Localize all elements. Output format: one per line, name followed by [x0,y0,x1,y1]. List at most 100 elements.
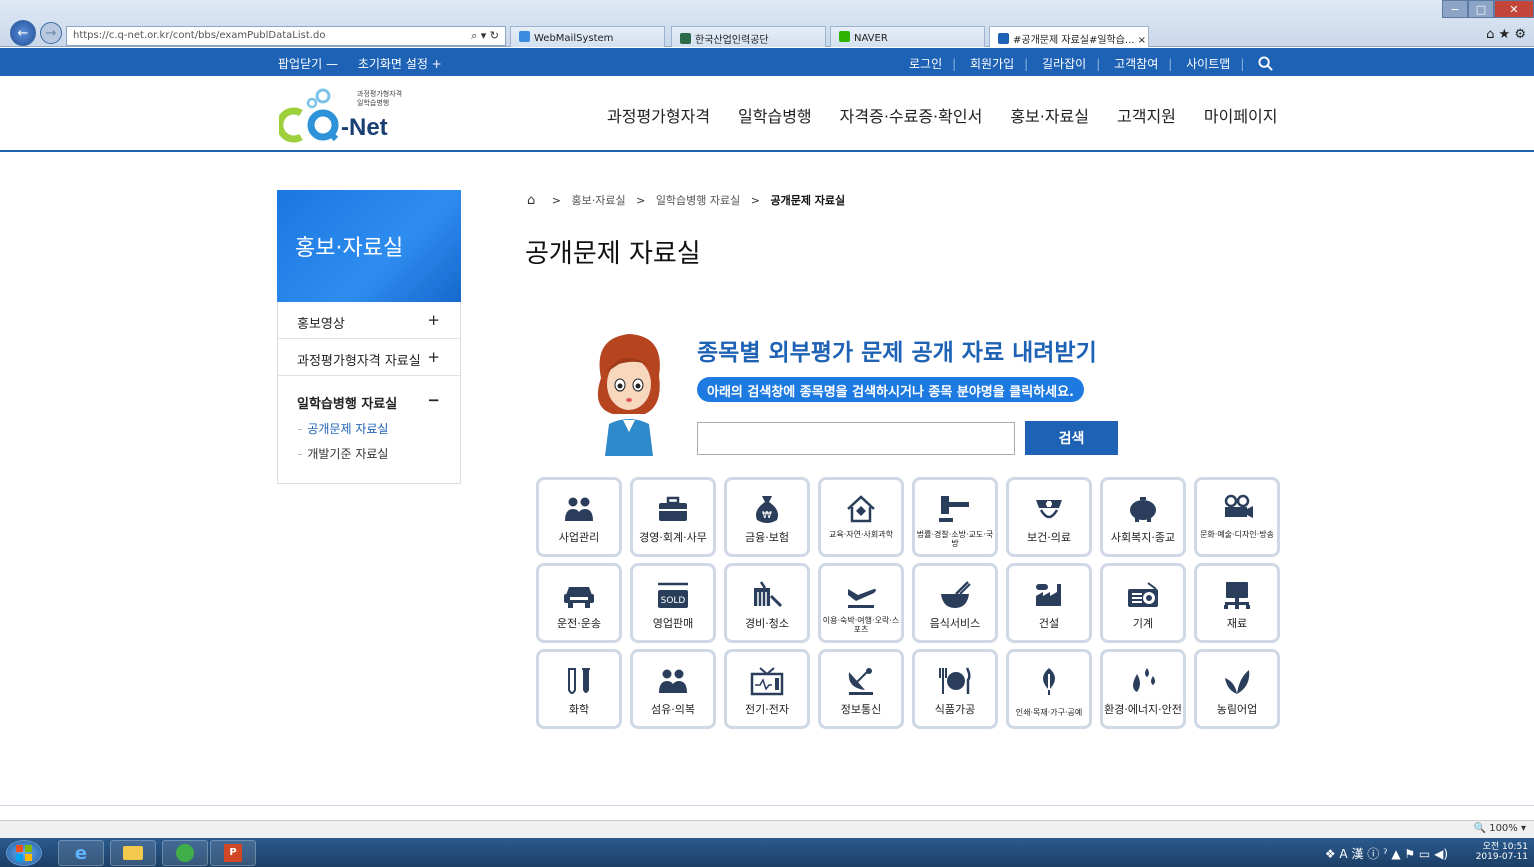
search-icon[interactable] [1258,56,1273,71]
search-instruction: 아래의 검색창에 종목명을 검색하시거나 종목 분야명을 클릭하세요. [697,377,1084,402]
minimize-button[interactable]: − [1442,0,1468,18]
category-tile[interactable]: 사업관리 [536,477,622,557]
airplane-icon [821,580,901,610]
ie-taskbar-icon[interactable]: e [58,840,104,866]
breadcrumb-item[interactable]: 홍보·자료실 [571,194,625,207]
gnb-course-qualification[interactable]: 과정평가형자격 [607,103,710,127]
tab-hrdkorea[interactable]: 한국산업인력공단 [671,26,826,47]
cq-net-logo[interactable]: 과정평가형자격 일학습병행 -Net [279,86,419,144]
piggy-bank-icon [1103,494,1183,524]
footer-banner-strip [0,805,1534,820]
category-tile[interactable]: ₩ 금융·보험 [724,477,810,557]
address-bar[interactable]: https://c.q-net.or.kr/cont/bbs/examPublD… [66,26,506,46]
sidebar-subitem-dev-standards[interactable]: - 개발기준 자료실 [278,441,460,466]
svg-text:₩: ₩ [762,510,772,521]
category-tile[interactable]: 식품가공 [912,649,998,729]
test-tubes-icon [539,666,619,696]
sitemap-link[interactable]: 사이트맵 [1186,57,1230,71]
utility-bar: 팝업닫기 — 초기화면 설정 + 로그인 | 회원가입 | 길라잡이 | 고객참여 | … [0,48,1534,76]
category-tile[interactable]: 경영·회계·사무 [630,477,716,557]
close-window-button[interactable]: ✕ [1494,0,1534,18]
category-label: 인쇄·목재·가구·공예 [1015,708,1083,717]
hrdkorea-icon [680,33,691,44]
sidebar-item-course-archive[interactable]: 과정평가형자격 자료실 + [278,339,460,376]
app-taskbar-icon[interactable] [162,840,208,866]
login-link[interactable]: 로그인 [909,57,942,71]
tab-naver[interactable]: NAVER [830,26,985,47]
category-tile[interactable]: 재료 [1194,563,1280,643]
gavel-icon [915,494,995,524]
house-icon [821,494,901,524]
browser-toolbar: − □ ✕ ← → https://c.q-net.or.kr/cont/bbs… [0,0,1534,47]
gnb-mypage[interactable]: 마이페이지 [1204,103,1278,127]
category-tile[interactable]: 환경·에너지·안전 [1100,649,1186,729]
clock[interactable]: 오전 10:51 2019-07-11 [1476,842,1528,862]
category-tile[interactable]: 정보통신 [818,649,904,729]
windows-taskbar: e P ❖ A 漢 ⓘ ˀ ▲ ⚑ ▭ ◀) 오전 10:51 2019-07-… [0,838,1534,867]
factory-icon [1009,580,1089,610]
tab-qnet-active[interactable]: #공개문제 자료실#일학습... × [989,26,1149,47]
maximize-button[interactable]: □ [1468,0,1494,18]
category-label: 재료 [1226,617,1248,630]
category-tile[interactable]: 법률·경찰·소방·교도·국방 [912,477,998,557]
gnb-certificates[interactable]: 자격증·수료증·확인서 [840,103,983,127]
category-tile[interactable]: 전기·전자 [724,649,810,729]
home-icon[interactable]: ⌂ [527,193,535,208]
home-favorites-settings-icons[interactable]: ⌂ ★ ⚙ [1486,27,1526,42]
sprout-icon [1197,666,1277,696]
tab-webmail[interactable]: WebMailSystem [510,26,665,47]
category-tile[interactable]: 경비·청소 [724,563,810,643]
sidebar-item-work-study-archive[interactable]: 일학습병행 자료실 − [278,376,460,416]
woman-character-icon [597,334,660,456]
breadcrumb-item[interactable]: 일학습병행 자료실 [656,194,740,207]
guide-link[interactable]: 길라잡이 [1042,57,1086,71]
logo-caption-1: 과정평가형자격 [357,90,403,98]
category-tile[interactable]: 음식서비스 [912,563,998,643]
category-label: 경비·청소 [745,617,789,630]
category-label: 금융·보험 [745,531,789,544]
powerpoint-taskbar-icon[interactable]: P [210,840,256,866]
qnet-icon [998,33,1009,44]
category-tile[interactable]: 화학 [536,649,622,729]
category-tile[interactable]: 인쇄·목재·가구·공예 [1006,649,1092,729]
category-label: 정보통신 [840,703,882,716]
sidebar-item-pr-video[interactable]: 홍보영상 + [278,302,460,339]
gnb-customer-support[interactable]: 고객지원 [1117,103,1176,127]
category-grid: 사업관리 경영·회계·사무 ₩ 금융·보험 교육·자연·사회과학 법률·경찰·소방·교도·… [536,477,1280,729]
category-tile[interactable]: 섬유·의복 [630,649,716,729]
system-tray-icons[interactable]: ❖ A 漢 ⓘ ˀ ▲ ⚑ ▭ ◀) [1325,845,1448,862]
zoom-level[interactable]: 🔍 100% ▾ [1474,823,1526,834]
drops-icon [1103,666,1183,696]
category-tile[interactable]: 이용·숙박·여행·오락·스포츠 [818,563,904,643]
category-tile[interactable]: 보건·의료 [1006,477,1092,557]
explorer-taskbar-icon[interactable] [110,840,156,866]
collapse-icon: − [427,391,440,409]
sidebar-subitem-public-questions[interactable]: - 공개문제 자료실 [278,416,460,441]
gnb-work-study[interactable]: 일학습병행 [738,103,812,127]
forward-button[interactable]: → [40,22,62,44]
category-tile[interactable]: 사회복지·종교 [1100,477,1186,557]
category-label: 건설 [1038,617,1060,630]
set-homepage-link[interactable]: 초기화면 설정 + [358,57,442,71]
address-actions[interactable]: ⌕ ▾ ↻ [471,29,499,43]
back-button[interactable]: ← [10,20,36,46]
category-tile[interactable]: 운전·운송 [536,563,622,643]
category-tile[interactable]: SOLD 영업판매 [630,563,716,643]
category-tile[interactable]: 기계 [1100,563,1186,643]
logo-text: -Net [341,114,388,141]
gnb-pr-archive[interactable]: 홍보·자료실 [1010,103,1089,127]
close-popup-link[interactable]: 팝업닫기 — [278,57,338,71]
breadcrumb: ⌂ > 홍보·자료실 > 일학습병행 자료실 > 공개문제 자료실 [527,193,846,208]
category-label: 기계 [1132,617,1154,630]
search-button[interactable]: 검색 [1025,421,1118,455]
start-button[interactable] [6,840,42,866]
search-input[interactable] [697,422,1015,455]
category-tile[interactable]: 건설 [1006,563,1092,643]
participation-link[interactable]: 고객참여 [1114,57,1158,71]
category-tile[interactable]: 농림어업 [1194,649,1280,729]
category-tile[interactable]: 문화·예술·디자인·방송 [1194,477,1280,557]
people-icon [539,494,619,524]
signup-link[interactable]: 회원가입 [970,57,1014,71]
category-tile[interactable]: 교육·자연·사회과학 [818,477,904,557]
tv-icon [727,666,807,696]
